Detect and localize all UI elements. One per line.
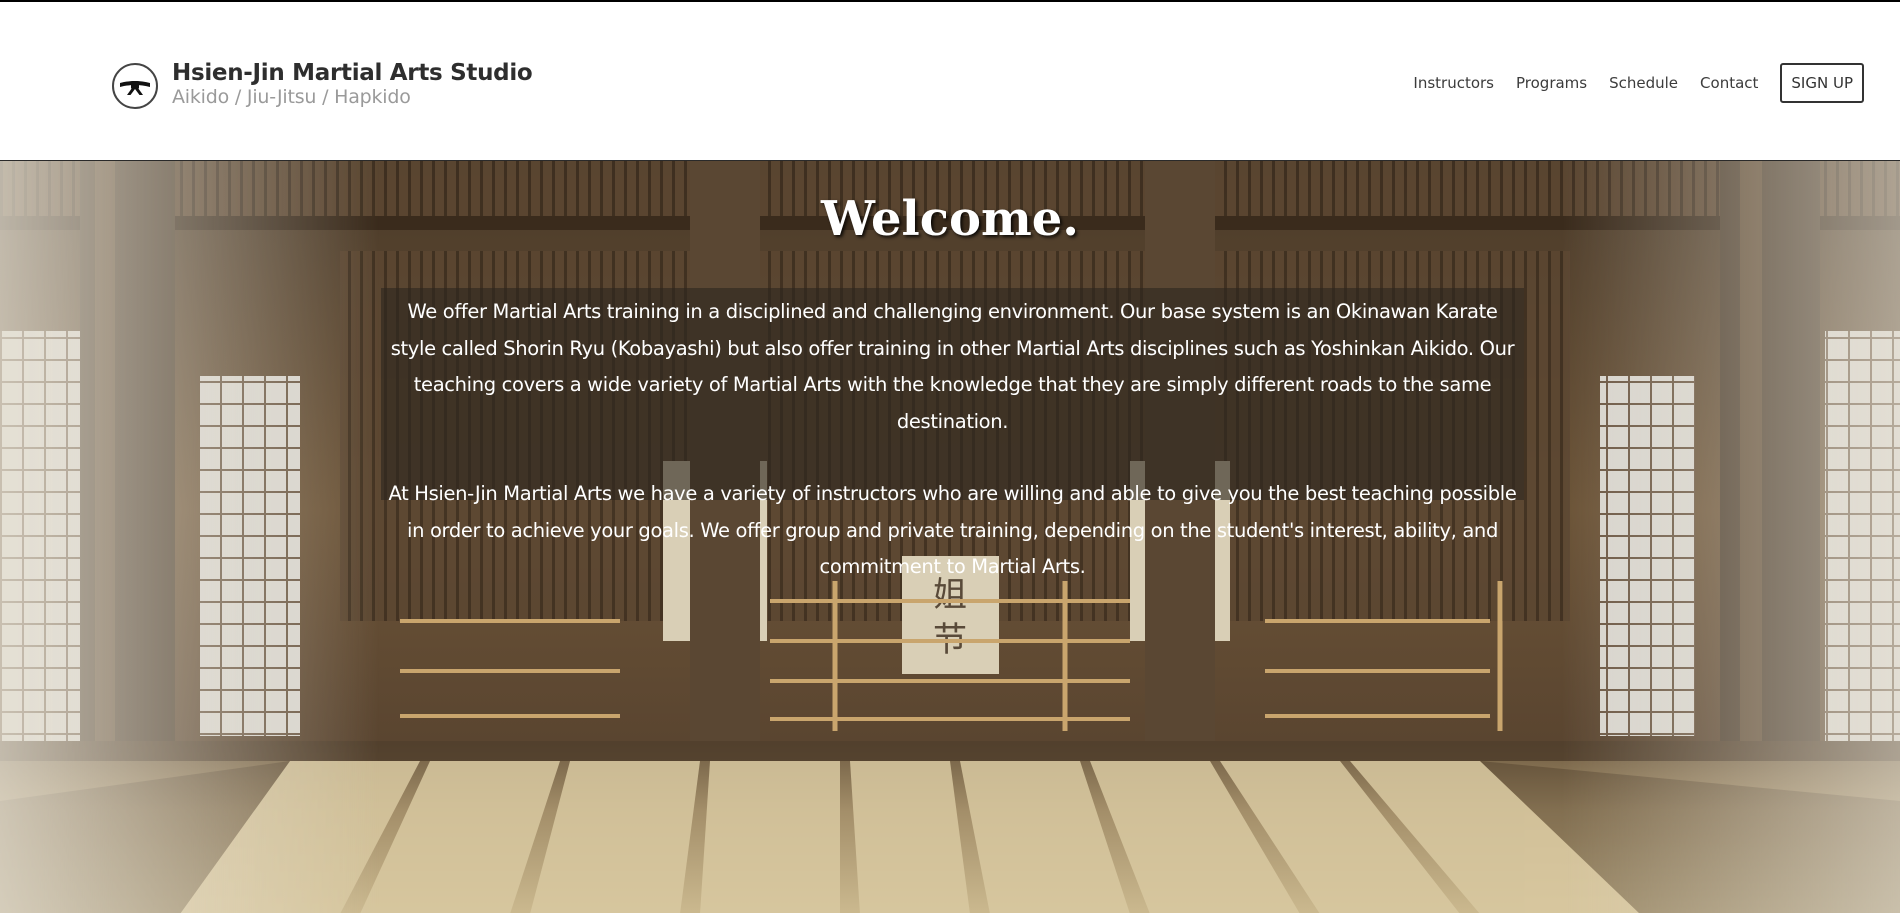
black-belt-icon xyxy=(112,63,158,109)
nav-link-contact[interactable]: Contact xyxy=(1700,74,1758,92)
nav-link-schedule[interactable]: Schedule xyxy=(1609,74,1678,92)
site-header: Hsien-Jin Martial Arts Studio Aikido / J… xyxy=(0,2,1900,160)
main-nav: Instructors Programs Schedule Contact SI… xyxy=(1391,63,1864,103)
site-title[interactable]: Hsien-Jin Martial Arts Studio xyxy=(172,60,533,86)
signup-button[interactable]: SIGN UP xyxy=(1780,63,1864,103)
site-tagline: Aikido / Jiu-Jitsu / Hapkido xyxy=(172,86,411,108)
brand[interactable]: Hsien-Jin Martial Arts Studio Aikido / J… xyxy=(112,60,533,109)
nav-link-instructors[interactable]: Instructors xyxy=(1413,74,1494,92)
nav-link-programs[interactable]: Programs xyxy=(1516,74,1587,92)
intro-paragraph-1: We offer Martial Arts training in a disc… xyxy=(390,300,1515,433)
intro-paragraph-2: At Hsien-Jin Martial Arts we have a vari… xyxy=(388,482,1517,578)
hero-heading: Welcome. xyxy=(820,191,1080,247)
intro-text-box: We offer Martial Arts training in a disc… xyxy=(381,288,1524,578)
hero-section: 姐 节 姐 安 xyxy=(0,160,1900,913)
